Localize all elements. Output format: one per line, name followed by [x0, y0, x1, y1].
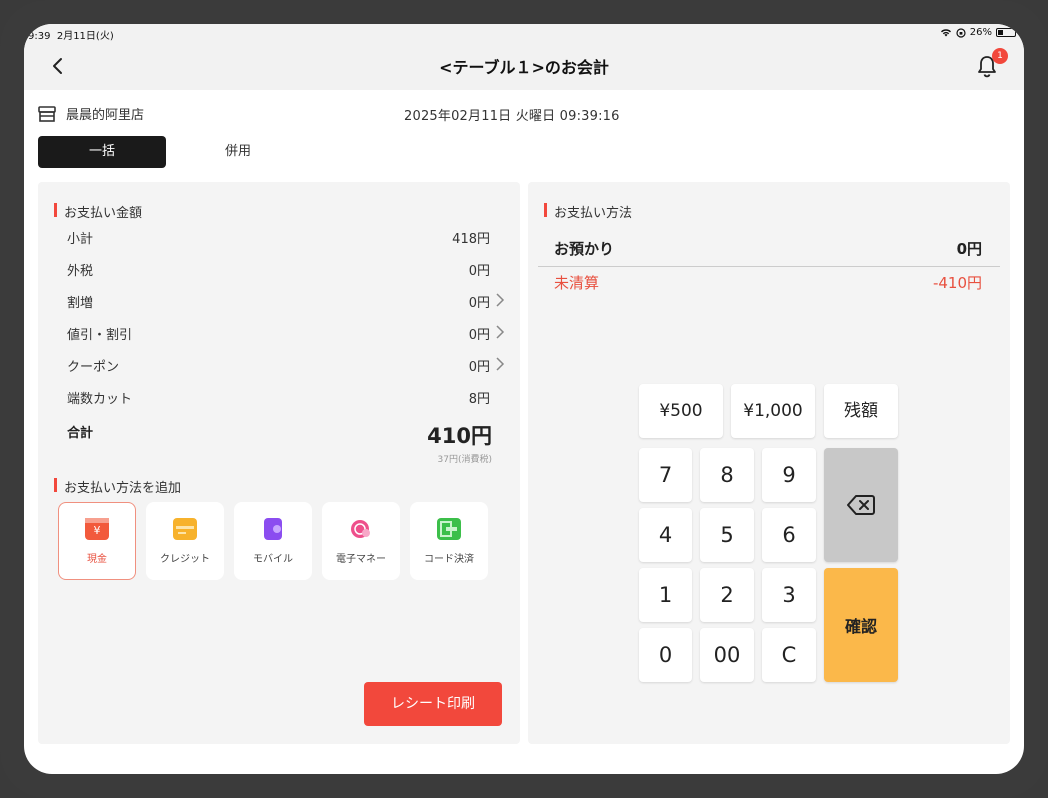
tax-row: 外税 0円 — [67, 260, 507, 280]
nav-bar: <テーブル１>のお会計 1 — [24, 42, 1024, 90]
qr-code-icon — [437, 517, 461, 540]
back-button[interactable] — [46, 54, 70, 78]
status-date: 2月11日(火) — [56, 31, 114, 42]
rounding-label: 端数カット — [67, 392, 133, 407]
coupon-row[interactable]: クーポン 0円 — [67, 356, 507, 376]
backspace-icon — [847, 495, 875, 515]
mobile-icon — [264, 517, 282, 540]
emoney-icon — [349, 518, 373, 540]
key-2[interactable]: 2 — [700, 568, 754, 622]
deposit-label: お預かり — [554, 240, 615, 258]
chevron-left-icon — [53, 58, 62, 74]
key-5[interactable]: 5 — [700, 508, 754, 562]
credit-card-icon — [173, 517, 197, 540]
unpaid-label: 未清算 — [554, 274, 600, 292]
store-icon — [38, 105, 56, 122]
deposit-value: 0円 — [956, 240, 982, 258]
method-label: クレジット — [160, 553, 210, 565]
quick-1000-button[interactable]: ¥1,000 — [731, 384, 815, 438]
current-datetime: 2025年02月11日 火曜日 09:39:16 — [404, 109, 620, 124]
method-label: モバイル — [253, 553, 293, 565]
screen: 9:39 2月11日(火) 26% <テーブル１>のお会計 1 晨晨的阿里店 2… — [24, 24, 1024, 774]
summary-title: お支払い金額 — [54, 202, 142, 221]
chevron-right-icon[interactable] — [495, 356, 507, 372]
surcharge-value: 0円 — [468, 296, 490, 311]
key-3[interactable]: 3 — [762, 568, 816, 622]
discount-label: 値引・割引 — [67, 328, 133, 343]
method-emoney[interactable]: 電子マネー — [322, 502, 400, 580]
store-name: 晨晨的阿里店 — [66, 108, 145, 123]
wifi-icon — [940, 29, 951, 37]
key-0[interactable]: 0 — [639, 628, 692, 682]
status-time: 9:39 — [28, 31, 51, 42]
quick-500-button[interactable]: ¥500 — [639, 384, 723, 438]
payment-method-panel: お支払い方法 お預かり 0円 未清算 -410円 ¥500 ¥1,000 残額 … — [528, 182, 1010, 744]
status-bar: 9:39 2月11日(火) 26% — [24, 24, 1024, 42]
key-clear[interactable]: C — [762, 628, 816, 682]
payment-title: お支払い方法 — [544, 202, 632, 221]
method-cash[interactable]: ¥ 現金 — [58, 502, 136, 580]
tax-value: 0円 — [468, 264, 490, 279]
key-9[interactable]: 9 — [762, 448, 816, 502]
key-00[interactable]: 00 — [700, 628, 754, 682]
surcharge-row[interactable]: 割増 0円 — [67, 292, 507, 312]
key-1[interactable]: 1 — [639, 568, 692, 622]
unpaid-value: -410円 — [932, 274, 982, 292]
surcharge-label: 割増 — [67, 296, 94, 311]
method-credit[interactable]: クレジット — [146, 502, 224, 580]
remaining-amount-button[interactable]: 残額 — [824, 384, 898, 438]
rounding-row: 端数カット 8円 — [67, 388, 507, 408]
payment-method-list: ¥ 現金 クレジット モバイル 電子マネー コード決済 — [58, 502, 488, 580]
divider — [538, 266, 1000, 267]
svg-text:¥: ¥ — [94, 524, 101, 537]
consumption-tax-note: 37円(消費税) — [437, 455, 492, 465]
key-4[interactable]: 4 — [639, 508, 692, 562]
notification-badge: 1 — [992, 48, 1008, 64]
subtotal-value: 418円 — [452, 232, 490, 247]
notification-button[interactable]: 1 — [976, 48, 1008, 80]
print-receipt-button[interactable]: レシート印刷 — [364, 682, 502, 726]
method-label: 電子マネー — [336, 553, 386, 565]
method-code[interactable]: コード決済 — [410, 502, 488, 580]
device-frame: 9:39 2月11日(火) 26% <テーブル１>のお会計 1 晨晨的阿里店 2… — [0, 0, 1048, 798]
orientation-lock-icon — [956, 27, 966, 38]
total-label: 合計 — [67, 426, 94, 441]
backspace-button[interactable] — [824, 448, 898, 562]
tax-label: 外税 — [67, 264, 94, 279]
key-7[interactable]: 7 — [639, 448, 692, 502]
coupon-label: クーポン — [67, 360, 120, 375]
payment-summary-panel: お支払い金額 小計 418円 外税 0円 割増 0円 値引・割引 0円 クーポン… — [38, 182, 520, 744]
store-info: 晨晨的阿里店 — [38, 104, 144, 123]
key-6[interactable]: 6 — [762, 508, 816, 562]
chevron-right-icon[interactable] — [495, 324, 507, 340]
discount-row[interactable]: 値引・割引 0円 — [67, 324, 507, 344]
tab-split[interactable]: 併用 — [174, 136, 302, 168]
method-label: 現金 — [87, 553, 107, 565]
rounding-value: 8円 — [468, 392, 490, 407]
discount-value: 0円 — [468, 328, 490, 343]
key-8[interactable]: 8 — [700, 448, 754, 502]
confirm-button[interactable]: 確認 — [824, 568, 898, 682]
cash-icon: ¥ — [85, 517, 109, 540]
subtotal-label: 小計 — [67, 232, 94, 247]
battery-icon — [996, 28, 1016, 37]
subtotal-row: 小計 418円 — [67, 228, 507, 248]
tab-lump-sum[interactable]: 一括 — [38, 136, 166, 168]
coupon-value: 0円 — [468, 360, 490, 375]
page-title: <テーブル１>のお会計 — [439, 58, 609, 77]
total-value: 410円 — [427, 424, 492, 448]
battery-percent: 26% — [969, 27, 992, 38]
chevron-right-icon[interactable] — [495, 292, 507, 308]
method-label: コード決済 — [424, 553, 474, 565]
method-mobile[interactable]: モバイル — [234, 502, 312, 580]
add-method-title: お支払い方法を追加 — [54, 477, 181, 496]
